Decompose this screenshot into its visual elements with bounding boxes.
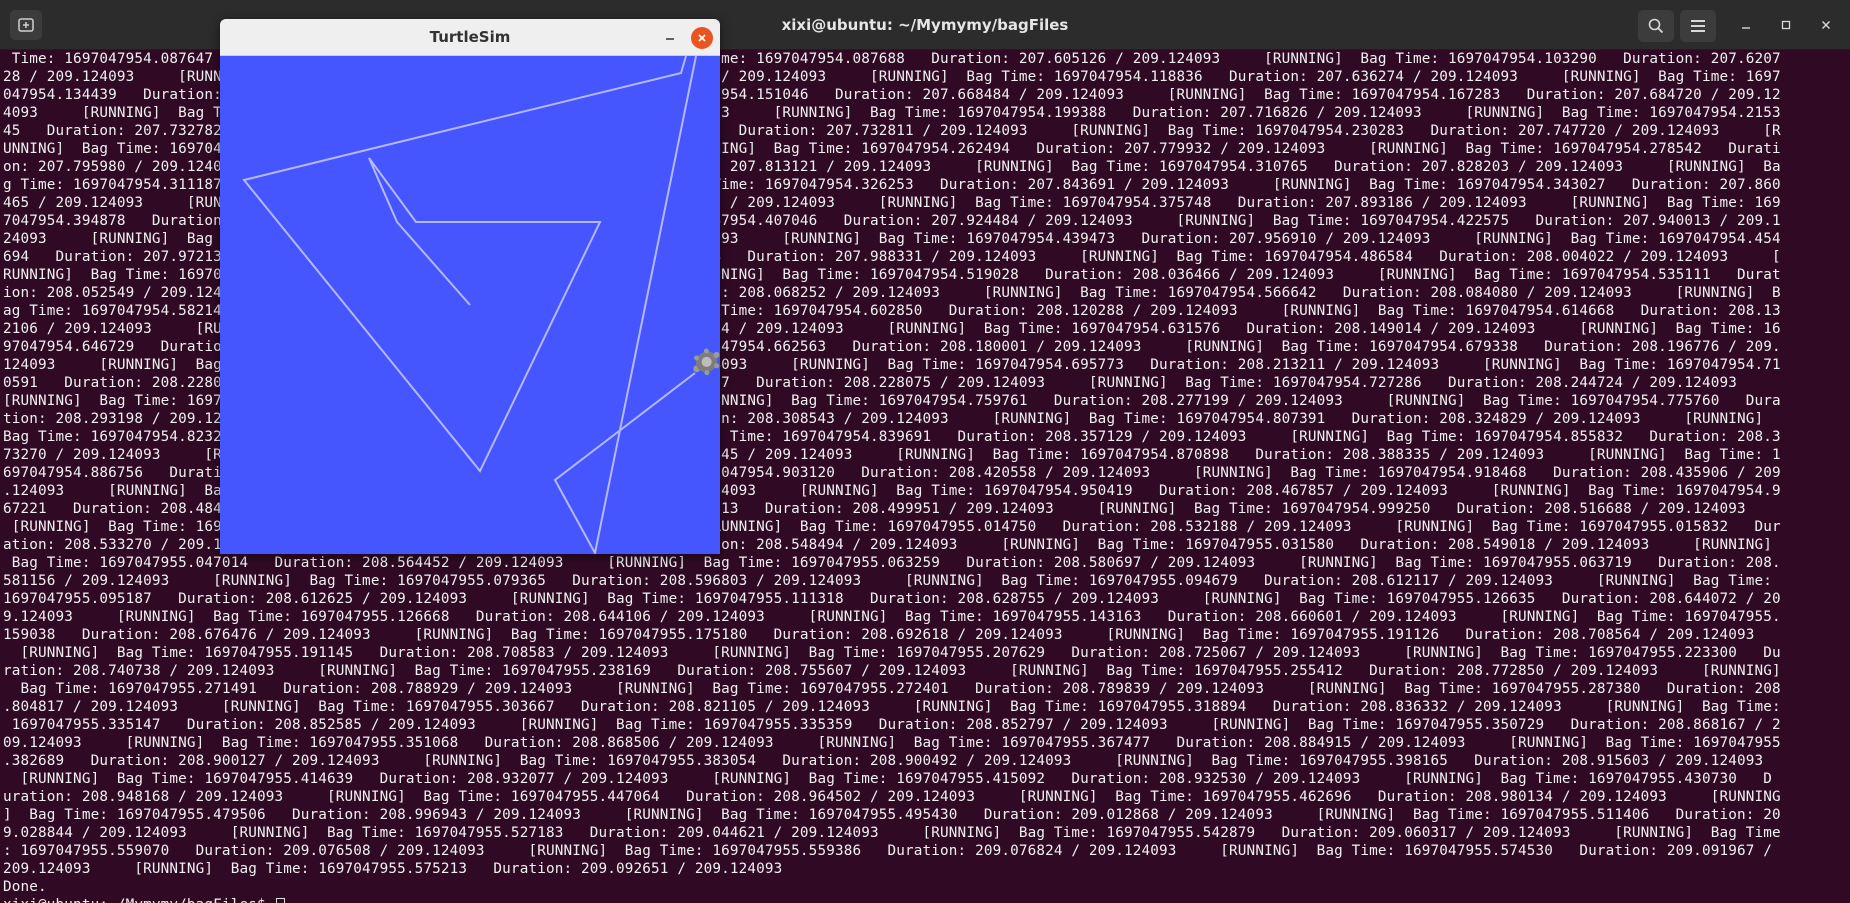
terminal-close-button[interactable]	[1814, 13, 1838, 37]
hamburger-menu-icon	[1691, 20, 1705, 32]
turtle-path-drawing	[242, 55, 720, 554]
terminal-line: 9.028844 / 209.124093 [RUNNING] Bag Time…	[3, 825, 1781, 841]
terminal-line: 1697047955.095187 Duration: 208.612625 /…	[3, 591, 1781, 607]
terminal-line: 159038 Duration: 208.676476 / 209.124093…	[3, 627, 1755, 643]
turtlesim-close-button[interactable]	[691, 27, 713, 49]
terminal-line: 9.124093 [RUNNING] Bag Time: 1697047955.…	[3, 609, 1781, 625]
terminal-line: [RUNNING] Bag Time: 1697047955.191145 Du…	[3, 645, 1781, 661]
terminal-line: 1697047955.335147 Duration: 208.852585 /…	[3, 717, 1781, 733]
turtlesim-window[interactable]: TurtleSim	[220, 19, 720, 554]
menu-button[interactable]	[1680, 10, 1716, 42]
minimize-icon	[666, 38, 674, 40]
terminal-line: ration: 208.740738 / 209.124093 [RUNNING…	[3, 663, 1781, 679]
terminal-line: Bag Time: 1697047955.271491 Duration: 20…	[3, 681, 1781, 697]
turtlesim-minimize-button[interactable]	[658, 25, 682, 49]
turtlesim-titlebar[interactable]: TurtleSim	[220, 19, 720, 56]
terminal-line: xixi@ubuntu:~/Mymymy/bagFiles$	[3, 896, 1849, 903]
terminal-maximize-button[interactable]	[1774, 13, 1798, 37]
close-icon	[698, 34, 706, 42]
turtlesim-canvas	[220, 55, 720, 554]
minimize-icon	[1742, 27, 1750, 29]
terminal-line: [RUNNING] Bag Time: 1697047955.414639 Du…	[3, 771, 1773, 787]
terminal-line: Bag Time: 1697047955.047014 Duration: 20…	[3, 555, 1781, 571]
terminal-line: ] Bag Time: 1697047955.479506 Duration: …	[3, 807, 1781, 823]
terminal-line: 09.124093 [RUNNING] Bag Time: 1697047955…	[3, 735, 1781, 751]
search-button[interactable]	[1638, 10, 1674, 42]
turtlesim-title: TurtleSim	[429, 28, 511, 46]
terminal-line: : 1697047955.559070 Duration: 209.076508…	[3, 843, 1773, 859]
terminal-cursor	[276, 898, 286, 903]
terminal-line: Done.	[3, 879, 47, 895]
terminal-minimize-button[interactable]	[1734, 13, 1758, 37]
turtle-trail-2	[553, 55, 697, 554]
terminal-line: .804817 / 209.124093 [RUNNING] Bag Time:…	[3, 699, 1781, 715]
terminal-line: .382689 Duration: 208.900127 / 209.12409…	[3, 753, 1764, 769]
terminal-line: uration: 208.948168 / 209.124093 [RUNNIN…	[3, 789, 1781, 805]
terminal-line: 581156 / 209.124093 [RUNNING] Bag Time: …	[3, 573, 1773, 589]
terminal-line: 209.124093 [RUNNING] Bag Time: 169704795…	[3, 861, 783, 877]
close-icon	[1822, 21, 1830, 29]
search-icon	[1648, 18, 1664, 34]
maximize-icon	[1781, 20, 1791, 30]
turtle-trail	[242, 55, 687, 473]
